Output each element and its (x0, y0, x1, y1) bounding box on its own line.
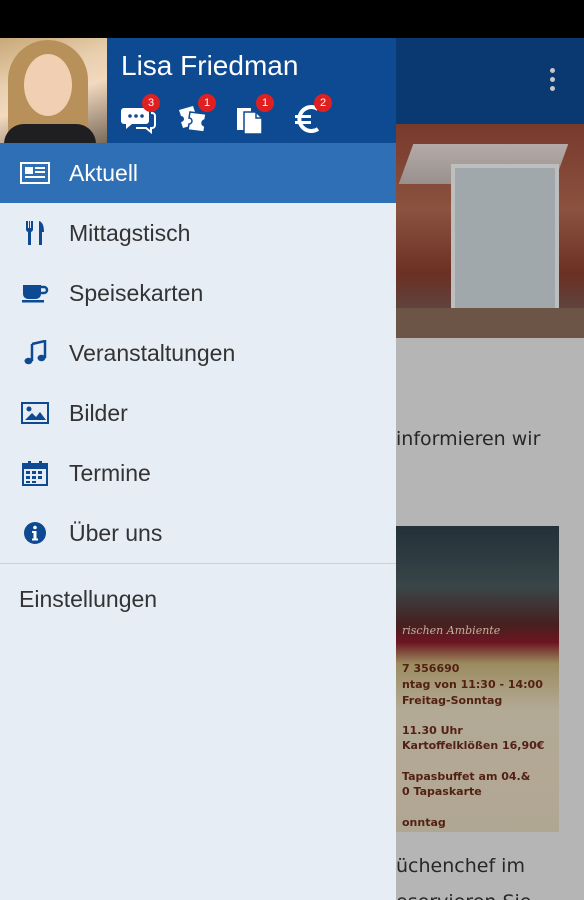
drawer-scrim[interactable] (396, 38, 584, 900)
tickets-notification[interactable]: 1 (176, 94, 216, 138)
navigation-drawer: Lisa Friedman 3 1 1 2 Aktuell Mittagstis… (0, 38, 396, 900)
drawer-menu: Aktuell Mittagstisch Speisekarten Verans… (0, 143, 396, 634)
user-name: Lisa Friedman (121, 50, 299, 81)
tickets-badge: 1 (198, 94, 216, 112)
newspaper-icon (19, 157, 51, 189)
nav-label: Speisekarten (69, 279, 204, 306)
nav-label: Bilder (69, 399, 128, 426)
music-note-icon (19, 337, 51, 369)
status-bar (0, 0, 584, 38)
nav-label: Aktuell (69, 159, 139, 186)
calendar-icon (19, 457, 51, 489)
image-icon (19, 397, 51, 429)
nav-item-bilder[interactable]: Bilder (0, 383, 396, 443)
nav-label: Veranstaltungen (69, 339, 236, 366)
info-icon (19, 517, 51, 549)
nav-item-mittagstisch[interactable]: Mittagstisch (0, 203, 396, 263)
cutlery-icon (19, 217, 51, 249)
avatar[interactable] (0, 38, 107, 143)
drawer-header: Lisa Friedman 3 1 1 2 (0, 38, 396, 143)
euro-notification[interactable]: 2 (292, 94, 332, 138)
nav-item-ueber-uns[interactable]: Über uns (0, 503, 396, 563)
chat-badge: 3 (142, 94, 160, 112)
documents-badge: 1 (256, 94, 274, 112)
nav-label: Mittagstisch (69, 219, 191, 246)
nav-item-veranstaltungen[interactable]: Veranstaltungen (0, 323, 396, 383)
coffee-cup-icon (19, 277, 51, 309)
nav-label: Über uns (69, 519, 163, 546)
chat-notification[interactable]: 3 (120, 94, 160, 138)
documents-notification[interactable]: 1 (234, 94, 274, 138)
nav-item-termine[interactable]: Termine (0, 443, 396, 503)
nav-item-aktuell[interactable]: Aktuell (0, 143, 396, 203)
nav-item-einstellungen[interactable]: Einstellungen (0, 564, 396, 634)
euro-badge: 2 (314, 94, 332, 112)
nav-item-speisekarten[interactable]: Speisekarten (0, 263, 396, 323)
nav-label: Termine (69, 459, 151, 486)
